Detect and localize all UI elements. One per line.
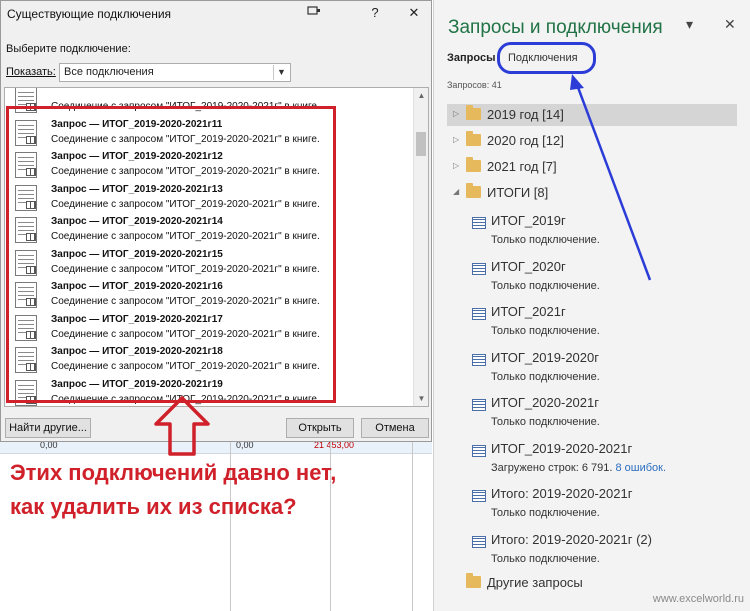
pane-title: Запросы и подключения [448, 17, 663, 38]
query-name: Итого: 2019-2020-2021г (2) [491, 531, 652, 547]
query-status-text: Только подключение. [491, 507, 600, 519]
query-name: ИТОГ_2021г [491, 304, 566, 319]
show-dropdown[interactable]: Все подключения ▼ [59, 63, 291, 82]
close-icon[interactable]: ✕ [403, 4, 425, 22]
collapse-icon[interactable]: ◢ [453, 187, 459, 196]
query-item[interactable]: Итого: 2019-2020-2021г Только подключение… [434, 483, 734, 523]
folder-icon [466, 573, 481, 588]
expand-icon[interactable]: ▷ [453, 135, 459, 144]
table-icon [472, 353, 486, 366]
annotation-line-2: как удалить их из списка? [10, 494, 297, 519]
annotation-line-1: Этих подключений давно нет, [10, 460, 337, 485]
query-status: Только подключение. [491, 325, 600, 337]
show-dropdown-value: Все подключения [64, 66, 154, 78]
chevron-down-icon[interactable]: ▼ [273, 65, 289, 80]
query-status: Только подключение. [491, 416, 600, 428]
query-name: ИТОГ_2019-2020г [491, 349, 599, 365]
table-icon [472, 535, 486, 548]
query-count: Запросов: 41 [447, 80, 502, 90]
table-icon [472, 308, 486, 320]
group-label: ИТОГИ [8] [487, 185, 549, 200]
tab-queries[interactable]: Запросы [447, 52, 495, 64]
existing-connections-dialog: Существующие подключения ? ✕ Выберите по… [0, 0, 432, 442]
show-label: Показать: [6, 66, 56, 78]
list-scrollbar[interactable]: ▲ ▼ [413, 88, 428, 406]
table-icon [472, 399, 486, 411]
query-status-text: Только подключение. [491, 370, 600, 383]
highlight-box [6, 106, 336, 403]
query-status-text: Только подключение. [491, 552, 600, 565]
up-arrow-annotation [154, 396, 210, 456]
folder-icon [466, 131, 481, 146]
query-item[interactable]: ИТОГ_2019-2020-2021г Загружено строк: 6 7… [434, 438, 734, 478]
expand-icon[interactable]: ▷ [453, 109, 459, 118]
sheet-row: 0,00 0,00 21 453,00 [0, 440, 432, 454]
query-status: Загружено строк: 6 791. 8 ошибок. [491, 462, 666, 474]
pin-icon[interactable] [303, 4, 325, 22]
choose-connection-label: Выберите подключение: [6, 43, 131, 55]
table-icon [472, 444, 486, 457]
blue-arrow-annotation [570, 74, 652, 281]
help-button[interactable]: ? [364, 4, 386, 22]
query-status-text: Загружено строк: 6 791. [491, 461, 613, 474]
query-name: Итого: 2019-2020-2021г [491, 486, 633, 501]
scroll-thumb[interactable] [416, 132, 426, 156]
scroll-down-icon[interactable]: ▼ [414, 391, 428, 406]
query-name: ИТОГ_2019г [491, 213, 566, 228]
watermark: www.excelworld.ru [652, 593, 744, 605]
query-status: Только подключение. [491, 553, 600, 565]
query-item[interactable]: ИТОГ_2019-2020г Только подключение. [434, 347, 734, 387]
group-label: Другие запросы [487, 575, 583, 590]
folder-icon [466, 105, 481, 120]
query-name: ИТОГ_2020г [491, 258, 566, 274]
table-icon [472, 217, 486, 229]
browse-button[interactable]: Найти другие... [5, 418, 91, 438]
query-group-other[interactable]: Другие запросы [447, 572, 737, 594]
query-name: ИТОГ_2019-2020-2021г [491, 440, 633, 456]
expand-icon[interactable]: ▷ [453, 161, 459, 170]
folder-icon [466, 157, 481, 172]
cancel-button[interactable]: Отмена [361, 418, 429, 438]
query-status-text: Только подключение. [491, 325, 600, 337]
table-icon [472, 490, 486, 502]
open-button[interactable]: Открыть [286, 418, 354, 438]
pane-options-icon[interactable]: ▾ [686, 16, 693, 33]
folder-icon [466, 183, 481, 198]
query-status: Только подключение. [491, 507, 600, 519]
group-label: 2021 год [7] [487, 159, 557, 174]
query-status-text: Только подключение. [491, 416, 600, 428]
group-label: 2019 год [14] [487, 107, 564, 122]
scroll-up-icon[interactable]: ▲ [414, 88, 428, 103]
query-item[interactable]: Итого: 2019-2020-2021г (2) Только подключ… [434, 529, 734, 569]
query-item[interactable]: ИТОГ_2020-2021г Только подключение. [434, 392, 734, 432]
table-icon [472, 262, 486, 275]
group-label: 2020 год [12] [487, 133, 564, 148]
errors-link[interactable]: 8 ошибок. [615, 462, 666, 474]
sheet-gridline [412, 440, 413, 611]
dialog-title: Существующие подключения [7, 7, 172, 21]
query-item[interactable]: ИТОГ_2021г Только подключение. [434, 301, 734, 341]
query-status: Только подключение. [491, 371, 600, 383]
pane-close-icon[interactable]: ✕ [724, 16, 736, 33]
query-name: ИТОГ_2020-2021г [491, 395, 599, 410]
